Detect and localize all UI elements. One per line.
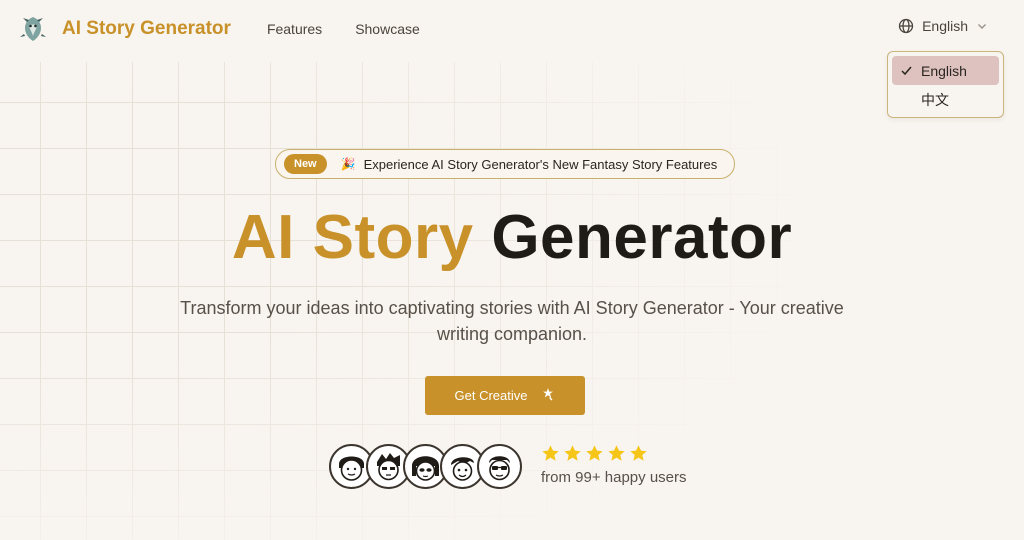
language-current: English [922,18,968,34]
announcement-pill[interactable]: New 🎉 Experience AI Story Generator's Ne… [275,149,735,179]
magic-wand-icon [541,387,555,404]
hero-title: AI Story Generator [0,196,1024,280]
rating-stars [541,444,648,463]
nav-showcase[interactable]: Showcase [355,21,420,37]
new-badge: New [284,154,327,174]
globe-icon [898,18,914,34]
language-dropdown-menu: English 中文 [887,51,1004,118]
hero-title-accent: AI Story [231,203,474,272]
star-icon [608,445,625,461]
language-option-label: English [921,62,967,79]
star-icon [586,445,603,461]
nav-features[interactable]: Features [267,21,322,37]
language-option-chinese[interactable]: 中文 [892,85,999,114]
user-avatars [329,444,529,489]
happy-users-text: from 99+ happy users [541,469,687,486]
chevron-down-icon [976,20,988,32]
brand-title[interactable]: AI Story Generator [62,18,231,40]
star-icon [542,445,559,461]
cta-label: Get Creative [454,388,528,403]
announcement-text: Experience AI Story Generator's New Fant… [363,156,718,172]
language-selector[interactable]: English [898,18,988,34]
header: AI Story Generator Features Showcase Eng… [0,0,1024,58]
get-creative-button[interactable]: Get Creative [425,376,585,415]
language-option-label: 中文 [921,91,949,108]
avatar [477,444,522,489]
main-nav: Features Showcase [267,21,420,37]
party-popper-icon: 🎉 [340,157,356,171]
hero-title-dark: Generator [491,203,793,272]
landing-page: AI Story Generator Features Showcase Eng… [0,0,1024,540]
check-icon [900,64,913,80]
dragon-logo-icon[interactable] [18,14,48,44]
language-option-english[interactable]: English [892,56,999,85]
hero-subtitle: Transform your ideas into captivating st… [180,298,844,344]
star-icon [564,445,581,461]
star-icon [630,445,647,461]
